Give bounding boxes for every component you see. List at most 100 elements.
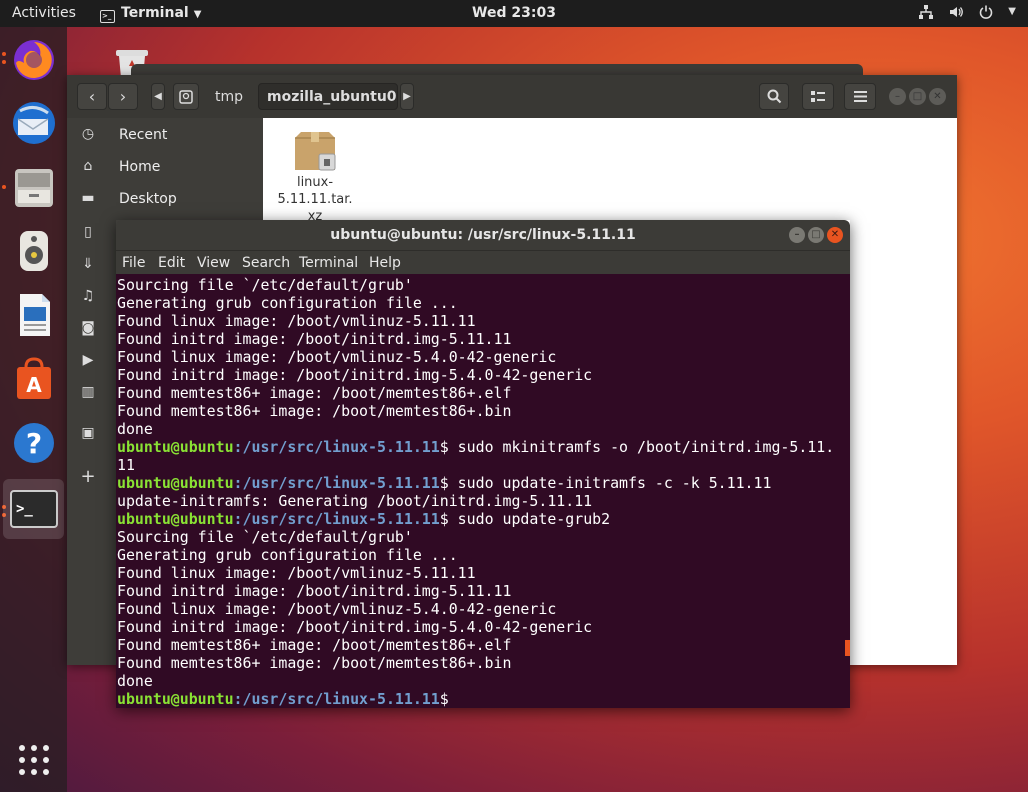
view-toggle-button[interactable] [802, 83, 834, 110]
minimize-icon: – [895, 91, 900, 102]
terminal-line: Found initrd image: /boot/initrd.img-5.4… [117, 618, 593, 636]
window-title: ubuntu@ubuntu: /usr/src/linux-5.11.11 [330, 227, 636, 243]
running-indicator [2, 52, 6, 56]
maximize-button[interactable]: □ [808, 227, 824, 243]
dock: A ? >_ [0, 27, 67, 792]
plus-icon[interactable]: + [79, 466, 97, 487]
prompt-path: :/usr/src/linux-5.11.11 [233, 690, 440, 708]
top-bar: Activities >_ Terminal ▼ Wed 23:03 ▼ [0, 0, 1028, 27]
terminal-line: Found initrd image: /boot/initrd.img-5.1… [117, 330, 512, 348]
prompt-user: ubuntu@ubuntu [117, 474, 234, 492]
terminal-line: Generating grub configuration file ... [117, 546, 458, 564]
menu-terminal[interactable]: Terminal [299, 255, 358, 271]
sidebar-item-label: Desktop [119, 191, 177, 207]
network-icon [919, 5, 934, 19]
terminal-output[interactable]: Sourcing file `/etc/default/grub' Generat… [116, 274, 850, 708]
terminal-window: ubuntu@ubuntu: /usr/src/linux-5.11.11 – … [116, 220, 850, 708]
prompt-path: :/usr/src/linux-5.11.11 [233, 510, 440, 528]
minimize-button[interactable]: – [889, 88, 906, 105]
command-text: $ sudo mkinitramfs -o /boot/initrd.img-5… [439, 438, 835, 456]
prompt-user: ubuntu@ubuntu [117, 438, 234, 456]
terminal-line: Found linux image: /boot/vmlinuz-5.11.11 [117, 312, 476, 330]
clock[interactable]: Wed 23:03 [0, 5, 1028, 21]
close-icon: ✕ [830, 229, 840, 240]
forward-button[interactable]: › [108, 83, 138, 110]
triangle-right-icon: ▶ [403, 91, 411, 102]
sidebar-item-desktop[interactable]: ▬ Desktop [67, 184, 263, 216]
menu-edit[interactable]: Edit [158, 255, 185, 271]
music-icon[interactable]: ♫ [79, 288, 97, 304]
chevron-left-icon: ‹ [88, 87, 96, 106]
thunderbird-icon[interactable] [8, 97, 60, 149]
close-icon: ✕ [933, 91, 942, 102]
search-button[interactable] [759, 83, 789, 110]
drive-icon [179, 89, 193, 104]
terminal-line: Found memtest86+ image: /boot/memtest86+… [117, 654, 512, 672]
text-cursor [845, 640, 850, 656]
terminal-line: ubuntu@ubuntu:/usr/src/linux-5.11.11$ su… [117, 438, 850, 456]
maximize-icon: □ [912, 91, 923, 102]
terminal-line: Found memtest86+ image: /boot/memtest86+… [117, 384, 512, 402]
terminal-titlebar[interactable]: ubuntu@ubuntu: /usr/src/linux-5.11.11 – … [116, 220, 850, 250]
terminal-line: ubuntu@ubuntu:/usr/src/linux-5.11.11$ su… [117, 510, 850, 528]
terminal-line: Found memtest86+ image: /boot/memtest86+… [117, 636, 512, 654]
minimize-button[interactable]: – [789, 227, 805, 243]
prompt-path: :/usr/src/linux-5.11.11 [233, 438, 440, 456]
chevron-down-icon: ▼ [1008, 6, 1016, 17]
close-button[interactable]: ✕ [827, 227, 843, 243]
sidebar-item-recent[interactable]: ◷ Recent [67, 120, 263, 152]
downloads-icon[interactable]: ⇓ [79, 256, 97, 272]
terminal-line: done [117, 672, 153, 690]
prompt-user: ubuntu@ubuntu [117, 510, 234, 528]
svg-text:A: A [26, 373, 42, 397]
breadcrumb-mozilla-ubuntu0[interactable]: mozilla_ubuntu0 [258, 83, 398, 110]
sidebar-item-home[interactable]: ⌂ Home [67, 152, 263, 184]
app-grid-icon[interactable] [16, 742, 52, 778]
terminal-line: ubuntu@ubuntu:/usr/src/linux-5.11.11$ [117, 690, 850, 708]
menu-file[interactable]: File [122, 255, 145, 271]
minimize-icon: – [794, 229, 800, 240]
clock-icon: ◷ [81, 126, 95, 142]
power-icon [980, 5, 993, 19]
terminal-line: Sourcing file `/etc/default/grub' [117, 276, 413, 294]
archive-icon [293, 130, 337, 172]
menu-help[interactable]: Help [369, 255, 401, 271]
sidebar-item-label: Recent [119, 127, 168, 143]
close-button[interactable]: ✕ [929, 88, 946, 105]
writer-icon[interactable] [8, 289, 60, 341]
path-scroll-left[interactable]: ◀ [151, 83, 165, 110]
search-icon [767, 89, 781, 104]
drive-icon[interactable]: ▣ [79, 425, 97, 441]
firefox-icon[interactable] [8, 33, 60, 85]
menu-view[interactable]: View [197, 255, 230, 271]
command-text: $ sudo update-grub2 [439, 510, 611, 528]
menu-button[interactable] [844, 83, 876, 110]
rhythmbox-icon[interactable] [8, 225, 60, 277]
location-root-button[interactable] [173, 83, 199, 110]
menu-search[interactable]: Search [242, 255, 290, 271]
prompt-path: :/usr/src/linux-5.11.11 [233, 474, 440, 492]
file-item[interactable]: linux- 5.11.11.tar. xz [263, 118, 367, 228]
path-scroll-right[interactable]: ▶ [400, 83, 414, 110]
terminal-line: done [117, 420, 153, 438]
home-icon: ⌂ [83, 158, 93, 174]
terminal-icon[interactable]: >_ [3, 479, 64, 539]
system-tray[interactable]: ▼ [918, 4, 1016, 20]
back-button[interactable]: ‹ [77, 83, 107, 110]
running-indicator [2, 60, 6, 64]
trash-icon[interactable]: ▥ [79, 384, 97, 400]
terminal-line: Found initrd image: /boot/initrd.img-5.4… [117, 366, 593, 384]
breadcrumb-tmp[interactable]: tmp [207, 83, 251, 110]
maximize-button[interactable]: □ [909, 88, 926, 105]
terminal-line: Generating grub configuration file ... [117, 294, 458, 312]
videos-icon[interactable]: ▶ [79, 352, 97, 368]
triangle-left-icon: ◀ [154, 91, 162, 102]
help-icon[interactable]: ? [8, 417, 60, 469]
terminal-line: Found linux image: /boot/vmlinuz-5.4.0-4… [117, 600, 557, 618]
files-icon[interactable] [8, 161, 60, 213]
software-icon[interactable]: A [8, 353, 60, 405]
pictures-icon[interactable]: ◙ [79, 320, 97, 336]
documents-icon[interactable]: ▯ [79, 224, 97, 240]
svg-text:>_: >_ [16, 501, 33, 517]
file-name: linux- 5.11.11.tar. xz [271, 174, 359, 225]
